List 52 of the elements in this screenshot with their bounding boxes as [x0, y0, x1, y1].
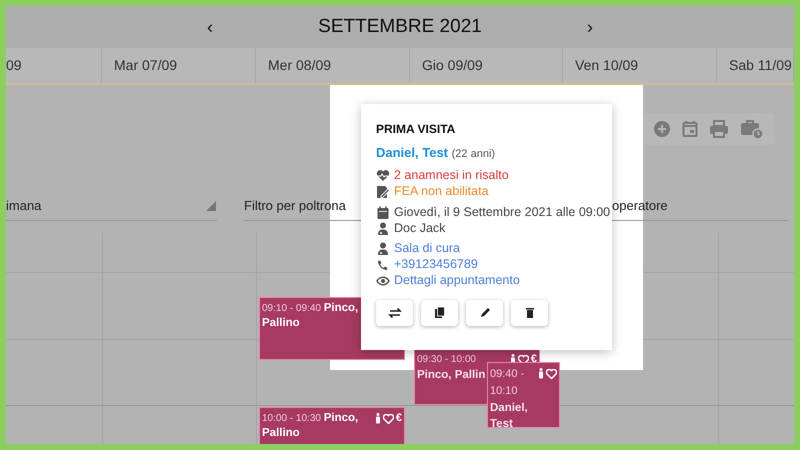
week-select[interactable]: imana: [6, 191, 217, 221]
previous-month-button[interactable]: ‹: [203, 14, 217, 40]
appointment-card[interactable]: 09:40 - 10:10 Daniel, Test: [487, 362, 560, 428]
delete-button[interactable]: [511, 300, 548, 326]
month-title: SETTEMBRE 2021: [317, 14, 483, 39]
person-icon: [374, 413, 381, 424]
appointment-card[interactable]: 10:00 - 10:30 Pinco, € Pallino: [259, 407, 405, 444]
swap-button[interactable]: [376, 300, 413, 326]
patient-name: Pinco,: [324, 412, 358, 424]
detail-text: Doc Jack: [394, 220, 446, 238]
phone-icon: [376, 258, 390, 272]
edit-button[interactable]: [466, 300, 503, 326]
patient-name: Pinco,: [324, 302, 358, 314]
document-pen-icon: [376, 184, 390, 198]
popup-title: PRIMA VISITA: [376, 121, 456, 138]
appointment-time: 10:00 - 10:30: [262, 413, 321, 424]
calendar-icon: [376, 206, 390, 220]
eye-icon: [376, 274, 390, 288]
appointment-time: 09:30 - 10:00: [417, 354, 476, 365]
copy-icon: [432, 306, 446, 320]
day-header: Mar 07/09: [114, 56, 178, 75]
appointment-time: 09:10 - 09:40: [262, 303, 321, 314]
day-header: Ven 10/09: [575, 56, 638, 75]
detail-text: Giovedì, il 9 Settembre 2021 alle 09:00: [394, 204, 610, 222]
day-header: Mer 08/09: [268, 56, 332, 75]
patient-name: Pinco, Pallin: [417, 368, 486, 383]
person-icon: [538, 368, 544, 379]
appointment-time: 09:40 - 10:10: [490, 368, 524, 397]
heart-pulse-icon: [376, 168, 390, 182]
detail-link[interactable]: +39123456789: [394, 255, 478, 274]
heart-icon: [546, 368, 557, 378]
detail-link[interactable]: Dettagli appuntamento: [394, 271, 520, 290]
currency-symbol: €: [396, 413, 402, 424]
detail-link[interactable]: Sala di cura: [394, 239, 460, 258]
day-header: 09: [6, 56, 22, 75]
detail-text: FEA non abilitata: [394, 183, 489, 200]
detail-text: 2 anamnesi in risalto: [394, 167, 509, 184]
dropdown-icon: [206, 200, 216, 210]
doctor-icon: [376, 222, 390, 236]
patient-name: Pallino: [262, 426, 300, 441]
day-header: Sab 11/09: [729, 56, 792, 75]
day-header: Gio 09/09: [422, 56, 483, 75]
patient-name: Pallino: [262, 316, 300, 331]
copy-button[interactable]: [421, 300, 458, 326]
heart-icon: [382, 414, 394, 424]
doctor-icon: [376, 242, 390, 256]
next-month-button[interactable]: ›: [583, 14, 597, 40]
heart-icon: [518, 354, 529, 364]
currency-symbol: €: [530, 354, 537, 365]
patient-age: (22 anni): [452, 148, 496, 160]
swap-icon: [388, 306, 402, 320]
patient-link[interactable]: Daniel, Test: [376, 145, 448, 160]
